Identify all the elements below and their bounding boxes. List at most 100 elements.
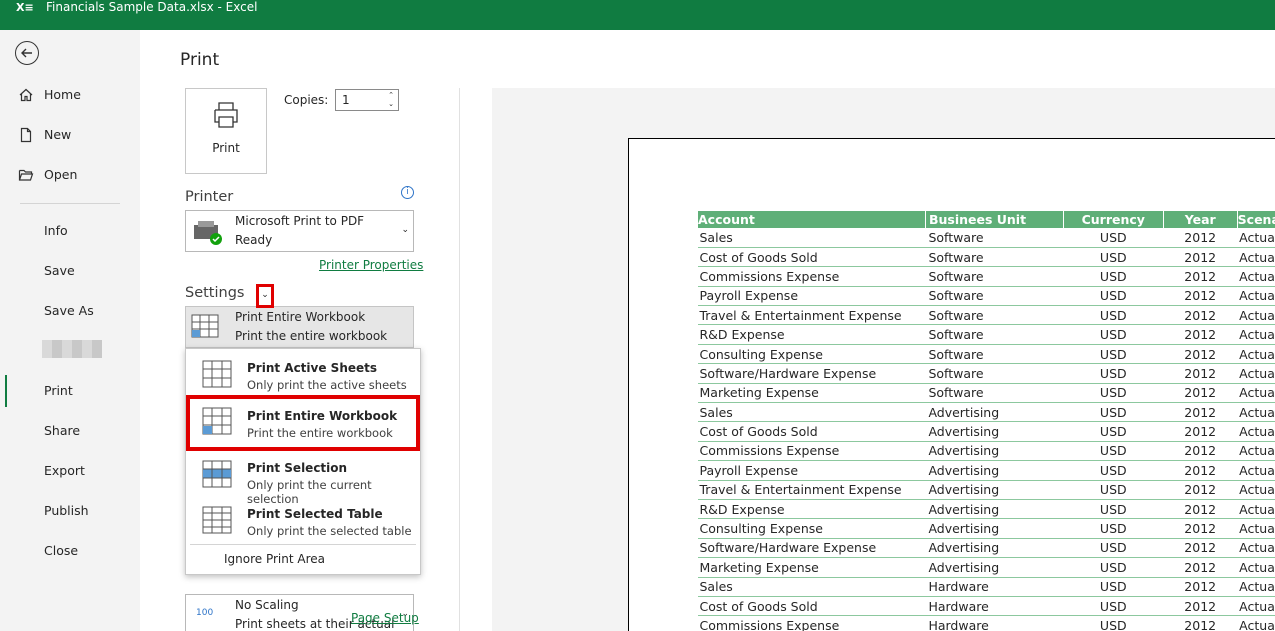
table-cell: 2012 — [1163, 480, 1238, 500]
nav-save[interactable]: Save — [0, 257, 140, 285]
print-button[interactable]: Print — [185, 88, 267, 174]
table-cell: USD — [1063, 557, 1164, 578]
table-cell: 2012 — [1163, 596, 1238, 617]
menu-item-print-active-sheets[interactable]: Print Active Sheets Only print the activ… — [186, 351, 420, 397]
table-cell: USD — [1063, 383, 1164, 404]
table-row: Payroll ExpenseSoftwareUSD2012Actuals — [697, 286, 1275, 307]
nav-print[interactable]: Print — [0, 377, 140, 405]
table-cell: Actuals — [1237, 324, 1275, 345]
column-header: Account — [697, 211, 926, 228]
table-cell: 2012 — [1163, 557, 1238, 578]
table-cell: USD — [1063, 324, 1164, 345]
printer-dropdown[interactable]: Microsoft Print to PDF Ready ⌄ — [185, 210, 414, 252]
table-cell: Software — [925, 305, 1064, 326]
menu-separator — [190, 544, 416, 545]
column-header: Businees Unit — [924, 211, 1064, 228]
table-cell: 2012 — [1163, 228, 1238, 248]
nav-export[interactable]: Export — [0, 457, 140, 485]
print-what-dropdown[interactable]: Print Entire Workbook Print the entire w… — [185, 306, 414, 348]
nav-share[interactable]: Share — [0, 417, 140, 445]
table-icon — [202, 506, 232, 534]
title-bar: X≡ Financials Sample Data.xlsx - Excel — [0, 0, 1275, 30]
table-cell: USD — [1063, 596, 1164, 617]
printer-ready-icon — [194, 221, 222, 245]
table-cell: 2012 — [1163, 615, 1238, 631]
nav-home[interactable]: Home — [0, 81, 140, 109]
panel-divider — [459, 88, 460, 631]
nav-save-as[interactable]: Save As — [0, 297, 140, 325]
table-cell: Actuals — [1237, 286, 1275, 307]
table-cell: Travel & Entertainment Expense — [697, 480, 926, 500]
table-cell: Software — [925, 383, 1064, 404]
chevron-down-icon: ⌄ — [401, 225, 409, 235]
nav-close[interactable]: Close — [0, 537, 140, 565]
table-cell: Advertising — [925, 480, 1064, 500]
window-title: Financials Sample Data.xlsx - Excel — [46, 0, 258, 14]
table-cell: USD — [1063, 421, 1164, 442]
menu-item-print-selection[interactable]: Print Selection Only print the current s… — [186, 451, 420, 506]
column-header: Currency — [1062, 211, 1164, 228]
table-cell: Advertising — [925, 557, 1064, 578]
table-cell: 2012 — [1163, 518, 1238, 539]
column-header: Year — [1162, 211, 1238, 228]
nav-info[interactable]: Info — [0, 217, 140, 245]
menu-item-print-entire-workbook[interactable]: Print Entire Workbook Print the entire w… — [186, 395, 420, 451]
table-cell: Actuals — [1237, 247, 1275, 268]
table-cell: Advertising — [925, 460, 1064, 481]
table-cell: Software — [925, 344, 1064, 365]
table-row: Cost of Goods SoldHardwareUSD2012Actuals — [697, 596, 1275, 617]
nav-publish[interactable]: Publish — [0, 497, 140, 525]
nav-open[interactable]: Open — [0, 161, 140, 189]
table-cell: USD — [1063, 286, 1164, 307]
printer-properties-link[interactable]: Printer Properties — [319, 258, 423, 272]
table-cell: Actuals — [1237, 228, 1275, 248]
table-cell: Software — [925, 363, 1064, 384]
copies-input[interactable]: 1 ⌃ ⌄ — [335, 89, 399, 111]
blurred-nav-item[interactable] — [42, 340, 102, 358]
column-header: Scenario — [1236, 211, 1275, 228]
table-cell: Actuals — [1237, 383, 1275, 404]
table-cell: Marketing Expense — [697, 383, 926, 404]
table-row: Consulting Expense Advertising USD 2012 Actu… — [697, 518, 1275, 539]
table-cell: Software — [925, 286, 1064, 307]
table-cell: Commissions Expense — [697, 441, 926, 462]
preview-table: Account Businees Unit Currency Year Scen… — [697, 211, 1275, 631]
table-row: Travel & Entertainment Expense Advertisin… — [697, 480, 1275, 500]
table-row: Marketing ExpenseSoftwareUSD2012Actuals — [697, 383, 1275, 404]
table-cell: Actuals — [1237, 518, 1275, 539]
menu-item-print-selected-table[interactable]: Print Selected Table Only print the sele… — [186, 497, 420, 543]
table-cell: USD — [1063, 402, 1164, 423]
table-cell: Actuals — [1237, 538, 1275, 559]
menu-item-ignore-print-area[interactable]: Ignore Print Area — [224, 552, 325, 566]
workbook-icon — [191, 314, 219, 338]
table-cell: 2012 — [1163, 402, 1238, 423]
print-what-dropdown-arrow[interactable]: ⌄ — [256, 284, 274, 308]
info-icon[interactable]: i — [401, 186, 414, 199]
table-cell: Payroll Expense — [697, 286, 926, 307]
nav-new[interactable]: New — [0, 121, 140, 149]
table-cell: Payroll Expense — [697, 460, 926, 481]
spinner-icon[interactable]: ⌃ ⌄ — [388, 91, 394, 109]
table-cell: Actuals — [1237, 499, 1275, 520]
table-row: Payroll ExpenseAdvertisingUSD2012Actuals — [697, 460, 1275, 481]
workbook-icon — [202, 407, 232, 435]
back-button[interactable] — [15, 41, 39, 65]
table-header-row: Account Businees Unit Currency Year Scen… — [697, 211, 1275, 228]
table-cell: 2012 — [1163, 305, 1238, 326]
table-cell: Actuals — [1237, 402, 1275, 423]
table-cell: USD — [1063, 266, 1164, 287]
table-cell: Commissions Expense — [697, 266, 926, 287]
table-cell: Advertising — [925, 421, 1064, 442]
table-cell: Marketing Expense — [697, 557, 926, 578]
table-cell: Actuals — [1237, 421, 1275, 442]
table-row: Cost of Goods Sold Advertising USD 2012 Actu… — [697, 421, 1275, 442]
table-cell: Actuals — [1237, 363, 1275, 384]
table-row: SalesSoftwareUSD2012Actuals — [697, 228, 1275, 248]
copies-label: Copies: — [284, 93, 329, 107]
settings-heading: Settings — [185, 285, 245, 301]
table-row: Commissions ExpenseHardwareUSD2012Actual… — [697, 615, 1275, 631]
table-cell: 2012 — [1163, 499, 1238, 520]
page-title: Print — [180, 50, 220, 70]
table-row: Marketing Expense Advertising USD 2012 Actua… — [697, 557, 1275, 578]
page-setup-link[interactable]: Page Setup — [351, 611, 419, 625]
